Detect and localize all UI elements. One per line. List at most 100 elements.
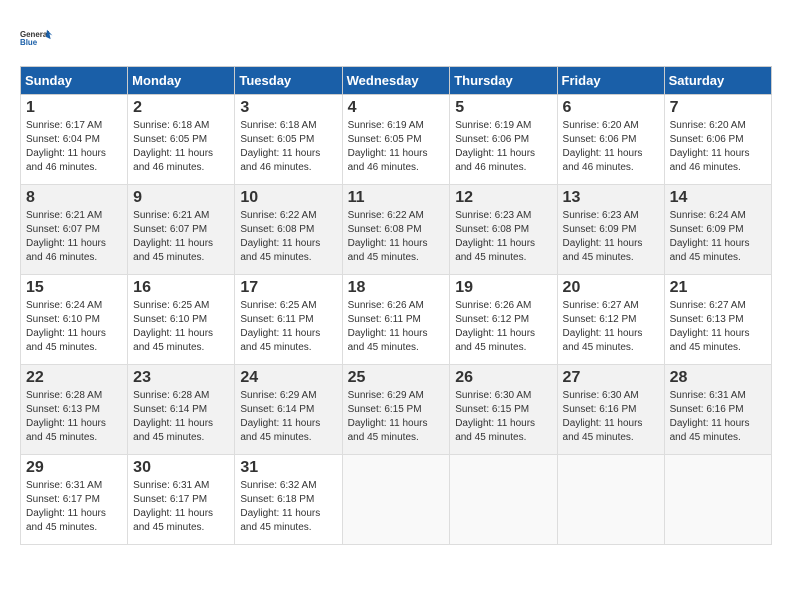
day-info: Sunrise: 6:24 AM Sunset: 6:09 PM Dayligh…	[670, 209, 766, 265]
calendar-cell: 27 Sunrise: 6:30 AM Sunset: 6:16 PM Dayl…	[557, 365, 664, 455]
day-info: Sunrise: 6:23 AM Sunset: 6:09 PM Dayligh…	[563, 209, 659, 265]
day-number: 30	[133, 459, 229, 477]
day-info: Sunrise: 6:19 AM Sunset: 6:05 PM Dayligh…	[348, 119, 445, 175]
calendar-cell: 13 Sunrise: 6:23 AM Sunset: 6:09 PM Dayl…	[557, 185, 664, 275]
calendar-cell: 15 Sunrise: 6:24 AM Sunset: 6:10 PM Dayl…	[21, 275, 128, 365]
calendar-cell	[664, 455, 771, 545]
day-number: 14	[670, 189, 766, 207]
calendar-cell: 26 Sunrise: 6:30 AM Sunset: 6:15 PM Dayl…	[450, 365, 557, 455]
day-info: Sunrise: 6:31 AM Sunset: 6:17 PM Dayligh…	[133, 479, 229, 535]
day-info: Sunrise: 6:31 AM Sunset: 6:17 PM Dayligh…	[26, 479, 122, 535]
calendar-cell: 1 Sunrise: 6:17 AM Sunset: 6:04 PM Dayli…	[21, 95, 128, 185]
calendar-cell: 22 Sunrise: 6:28 AM Sunset: 6:13 PM Dayl…	[21, 365, 128, 455]
day-info: Sunrise: 6:27 AM Sunset: 6:12 PM Dayligh…	[563, 299, 659, 355]
calendar-cell	[450, 455, 557, 545]
day-number: 27	[563, 369, 659, 387]
header-day-wednesday: Wednesday	[342, 67, 450, 95]
header-day-thursday: Thursday	[450, 67, 557, 95]
day-number: 10	[240, 189, 336, 207]
header-day-tuesday: Tuesday	[235, 67, 342, 95]
logo: GeneralBlue	[20, 20, 56, 56]
day-info: Sunrise: 6:26 AM Sunset: 6:12 PM Dayligh…	[455, 299, 551, 355]
day-number: 16	[133, 279, 229, 297]
day-number: 21	[670, 279, 766, 297]
day-info: Sunrise: 6:24 AM Sunset: 6:10 PM Dayligh…	[26, 299, 122, 355]
calendar-cell: 10 Sunrise: 6:22 AM Sunset: 6:08 PM Dayl…	[235, 185, 342, 275]
day-info: Sunrise: 6:26 AM Sunset: 6:11 PM Dayligh…	[348, 299, 445, 355]
day-info: Sunrise: 6:30 AM Sunset: 6:16 PM Dayligh…	[563, 389, 659, 445]
calendar-cell: 3 Sunrise: 6:18 AM Sunset: 6:05 PM Dayli…	[235, 95, 342, 185]
calendar-cell	[342, 455, 450, 545]
day-info: Sunrise: 6:21 AM Sunset: 6:07 PM Dayligh…	[26, 209, 122, 265]
day-number: 20	[563, 279, 659, 297]
calendar-week-row: 15 Sunrise: 6:24 AM Sunset: 6:10 PM Dayl…	[21, 275, 772, 365]
day-number: 3	[240, 99, 336, 117]
calendar-cell: 9 Sunrise: 6:21 AM Sunset: 6:07 PM Dayli…	[128, 185, 235, 275]
day-number: 2	[133, 99, 229, 117]
calendar-cell: 30 Sunrise: 6:31 AM Sunset: 6:17 PM Dayl…	[128, 455, 235, 545]
calendar-cell: 28 Sunrise: 6:31 AM Sunset: 6:16 PM Dayl…	[664, 365, 771, 455]
day-number: 13	[563, 189, 659, 207]
day-number: 12	[455, 189, 551, 207]
calendar-cell: 8 Sunrise: 6:21 AM Sunset: 6:07 PM Dayli…	[21, 185, 128, 275]
calendar-week-row: 8 Sunrise: 6:21 AM Sunset: 6:07 PM Dayli…	[21, 185, 772, 275]
day-number: 22	[26, 369, 122, 387]
day-number: 26	[455, 369, 551, 387]
header-day-friday: Friday	[557, 67, 664, 95]
day-info: Sunrise: 6:17 AM Sunset: 6:04 PM Dayligh…	[26, 119, 122, 175]
calendar-cell: 6 Sunrise: 6:20 AM Sunset: 6:06 PM Dayli…	[557, 95, 664, 185]
day-info: Sunrise: 6:25 AM Sunset: 6:11 PM Dayligh…	[240, 299, 336, 355]
day-info: Sunrise: 6:27 AM Sunset: 6:13 PM Dayligh…	[670, 299, 766, 355]
calendar-week-row: 22 Sunrise: 6:28 AM Sunset: 6:13 PM Dayl…	[21, 365, 772, 455]
calendar-cell: 14 Sunrise: 6:24 AM Sunset: 6:09 PM Dayl…	[664, 185, 771, 275]
calendar-cell: 29 Sunrise: 6:31 AM Sunset: 6:17 PM Dayl…	[21, 455, 128, 545]
calendar-cell: 2 Sunrise: 6:18 AM Sunset: 6:05 PM Dayli…	[128, 95, 235, 185]
day-info: Sunrise: 6:19 AM Sunset: 6:06 PM Dayligh…	[455, 119, 551, 175]
day-number: 31	[240, 459, 336, 477]
day-info: Sunrise: 6:25 AM Sunset: 6:10 PM Dayligh…	[133, 299, 229, 355]
day-info: Sunrise: 6:31 AM Sunset: 6:16 PM Dayligh…	[670, 389, 766, 445]
day-number: 7	[670, 99, 766, 117]
day-number: 17	[240, 279, 336, 297]
calendar-header-row: SundayMondayTuesdayWednesdayThursdayFrid…	[21, 67, 772, 95]
day-info: Sunrise: 6:18 AM Sunset: 6:05 PM Dayligh…	[133, 119, 229, 175]
day-number: 29	[26, 459, 122, 477]
calendar-cell: 18 Sunrise: 6:26 AM Sunset: 6:11 PM Dayl…	[342, 275, 450, 365]
calendar-cell: 23 Sunrise: 6:28 AM Sunset: 6:14 PM Dayl…	[128, 365, 235, 455]
day-number: 4	[348, 99, 445, 117]
calendar-cell	[557, 455, 664, 545]
calendar-cell: 31 Sunrise: 6:32 AM Sunset: 6:18 PM Dayl…	[235, 455, 342, 545]
calendar-cell: 21 Sunrise: 6:27 AM Sunset: 6:13 PM Dayl…	[664, 275, 771, 365]
calendar-table: SundayMondayTuesdayWednesdayThursdayFrid…	[20, 66, 772, 545]
day-number: 25	[348, 369, 445, 387]
day-number: 24	[240, 369, 336, 387]
day-info: Sunrise: 6:29 AM Sunset: 6:14 PM Dayligh…	[240, 389, 336, 445]
calendar-cell: 5 Sunrise: 6:19 AM Sunset: 6:06 PM Dayli…	[450, 95, 557, 185]
calendar-cell: 24 Sunrise: 6:29 AM Sunset: 6:14 PM Dayl…	[235, 365, 342, 455]
calendar-cell: 11 Sunrise: 6:22 AM Sunset: 6:08 PM Dayl…	[342, 185, 450, 275]
calendar-cell: 4 Sunrise: 6:19 AM Sunset: 6:05 PM Dayli…	[342, 95, 450, 185]
header-day-monday: Monday	[128, 67, 235, 95]
day-info: Sunrise: 6:20 AM Sunset: 6:06 PM Dayligh…	[670, 119, 766, 175]
day-number: 19	[455, 279, 551, 297]
day-info: Sunrise: 6:28 AM Sunset: 6:14 PM Dayligh…	[133, 389, 229, 445]
logo-icon: GeneralBlue	[20, 20, 56, 56]
day-number: 18	[348, 279, 445, 297]
calendar-cell: 7 Sunrise: 6:20 AM Sunset: 6:06 PM Dayli…	[664, 95, 771, 185]
day-number: 1	[26, 99, 122, 117]
page-header: GeneralBlue	[20, 20, 772, 56]
day-number: 9	[133, 189, 229, 207]
day-info: Sunrise: 6:28 AM Sunset: 6:13 PM Dayligh…	[26, 389, 122, 445]
day-number: 23	[133, 369, 229, 387]
header-day-sunday: Sunday	[21, 67, 128, 95]
day-info: Sunrise: 6:32 AM Sunset: 6:18 PM Dayligh…	[240, 479, 336, 535]
calendar-week-row: 1 Sunrise: 6:17 AM Sunset: 6:04 PM Dayli…	[21, 95, 772, 185]
day-info: Sunrise: 6:22 AM Sunset: 6:08 PM Dayligh…	[348, 209, 445, 265]
day-info: Sunrise: 6:30 AM Sunset: 6:15 PM Dayligh…	[455, 389, 551, 445]
calendar-cell: 20 Sunrise: 6:27 AM Sunset: 6:12 PM Dayl…	[557, 275, 664, 365]
day-number: 6	[563, 99, 659, 117]
day-number: 28	[670, 369, 766, 387]
day-info: Sunrise: 6:22 AM Sunset: 6:08 PM Dayligh…	[240, 209, 336, 265]
calendar-week-row: 29 Sunrise: 6:31 AM Sunset: 6:17 PM Dayl…	[21, 455, 772, 545]
day-number: 8	[26, 189, 122, 207]
